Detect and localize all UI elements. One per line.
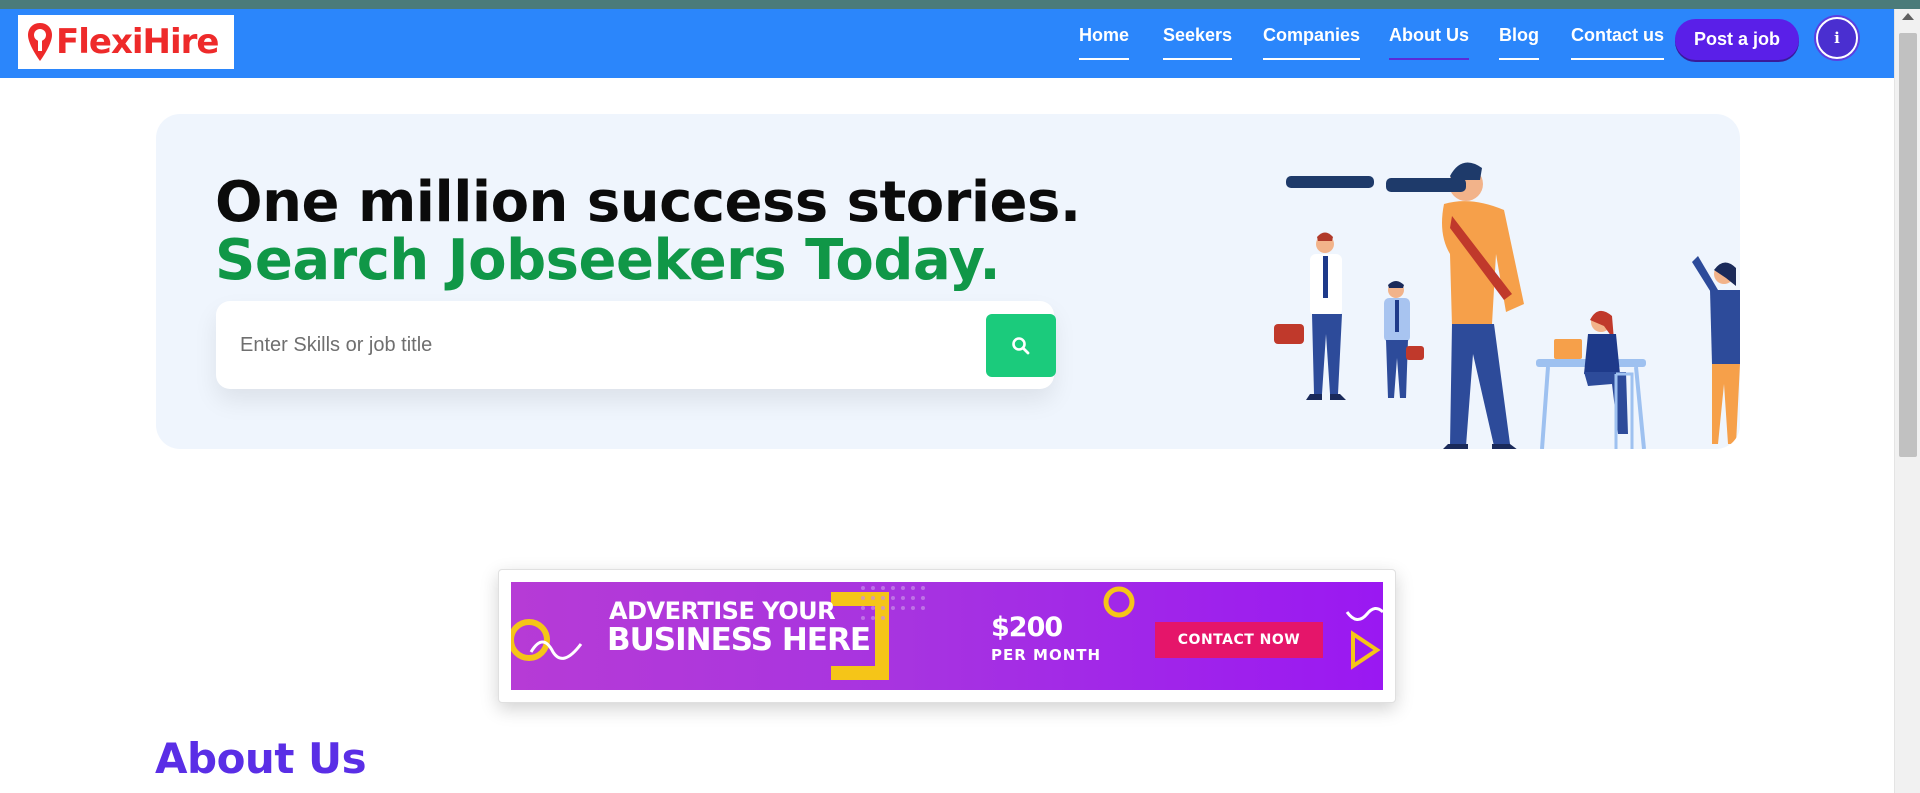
search-icon	[1012, 336, 1030, 354]
ad-price-period: PER MONTH	[991, 646, 1102, 664]
ad-banner[interactable]: ADVERTISE YOUR BUSINESS HERE $200 PER MO…	[511, 582, 1383, 690]
nav-home[interactable]: Home	[1079, 25, 1130, 60]
hero-subheadline: Search Jobseekers Today.	[215, 228, 1001, 293]
post-job-button[interactable]: Post a job	[1675, 19, 1799, 60]
nav-companies[interactable]: Companies	[1263, 25, 1361, 60]
scroll-up-arrow-icon[interactable]	[1902, 13, 1914, 20]
info-icon: i	[1834, 29, 1840, 47]
search-button[interactable]	[986, 314, 1056, 377]
browser-top-strip	[0, 0, 1920, 9]
ad-banner-frame: ADVERTISE YOUR BUSINESS HERE $200 PER MO…	[498, 569, 1396, 703]
ad-price: $200	[991, 612, 1063, 643]
ad-contact-button[interactable]: CONTACT NOW	[1155, 622, 1323, 658]
about-us-heading: About Us	[155, 734, 367, 783]
nav-blog[interactable]: Blog	[1499, 25, 1539, 60]
search-box	[216, 301, 1056, 389]
page-scrollbar[interactable]	[1894, 9, 1920, 793]
search-input[interactable]	[240, 325, 940, 365]
ad-headline-2: BUSINESS HERE	[607, 622, 871, 658]
hero-headline: One million success stories.	[215, 170, 1081, 235]
nav-contact-us[interactable]: Contact us	[1571, 25, 1665, 60]
people-with-telescope-illustration	[1274, 162, 1740, 449]
hero-section: One million success stories. Search Jobs…	[156, 114, 1740, 449]
navbar: FlexiHire Home Seekers Companies About U…	[0, 9, 1894, 78]
nav-about-us[interactable]: About Us	[1389, 25, 1469, 60]
ad-headline-1: ADVERTISE YOUR	[609, 597, 836, 625]
scroll-thumb[interactable]	[1899, 33, 1917, 457]
nav-seekers[interactable]: Seekers	[1163, 25, 1233, 60]
location-pin-icon	[28, 23, 52, 61]
logo[interactable]: FlexiHire	[18, 15, 234, 69]
logo-text: FlexiHire	[56, 22, 219, 62]
profile-avatar[interactable]: i	[1816, 17, 1858, 59]
